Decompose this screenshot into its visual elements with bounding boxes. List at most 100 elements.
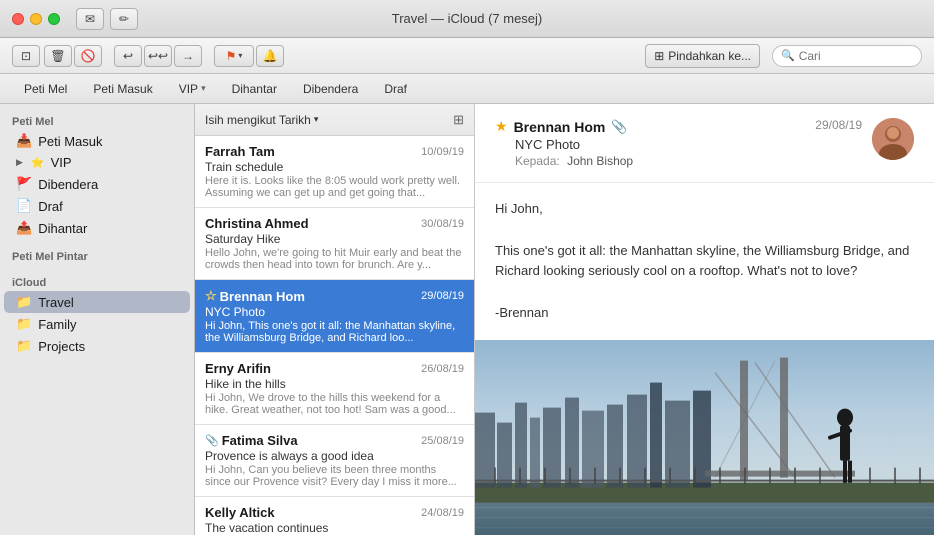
forward-icon: → bbox=[182, 49, 194, 63]
sidebar-label-projects: Projects bbox=[38, 339, 85, 354]
tab-dihantar[interactable]: Dihantar bbox=[220, 78, 289, 100]
sidebar-item-dibendera[interactable]: 🚩 Dibendera bbox=[4, 173, 190, 195]
email-date: 26/08/19 bbox=[421, 363, 464, 375]
reply-icon: ↩ bbox=[123, 49, 133, 63]
sidebar-item-travel[interactable]: 📁 Travel bbox=[4, 291, 190, 313]
email-list: Isih mengikut Tarikh ▾ ⊞ Farrah Tam 10/0… bbox=[195, 104, 475, 535]
move-button[interactable]: ⊞ Pindahkan ke... bbox=[645, 44, 760, 68]
main-toolbar: ⊡ 🗑 🚫 ↩ ↩↩ → ⚑ ▾ 🔔 ⊞ Pindahkan ke... bbox=[0, 38, 934, 74]
sidebar: Peti Mel 📥 Peti Masuk ▶ ⭐ VIP 🚩 Dibender… bbox=[0, 104, 195, 535]
email-body: Hi John, This one's got it all: the Manh… bbox=[475, 183, 934, 340]
junk-button[interactable]: 🚫 bbox=[74, 45, 102, 67]
tab-peti-mel[interactable]: Peti Mel bbox=[12, 78, 79, 100]
avatar-svg bbox=[872, 118, 914, 160]
email-preview: Hi John, Can you believe its been three … bbox=[205, 464, 464, 488]
email-subject: Provence is always a good idea bbox=[205, 449, 464, 463]
filter-icon[interactable]: ⊞ bbox=[453, 112, 464, 128]
email-date: 24/08/19 bbox=[421, 507, 464, 519]
folder-icon: 📁 bbox=[16, 338, 32, 354]
tab-dibendera[interactable]: Dibendera bbox=[291, 78, 370, 100]
email-subject: Train schedule bbox=[205, 160, 464, 174]
tab-peti-masuk[interactable]: Peti Masuk bbox=[81, 78, 164, 100]
email-sender: 📎 Fatima Silva bbox=[205, 433, 298, 448]
email-subject: Hike in the hills bbox=[205, 377, 464, 391]
reply-all-button[interactable]: ↩↩ bbox=[144, 45, 172, 67]
sidebar-item-family[interactable]: 📁 Family bbox=[4, 313, 190, 335]
sidebar-label-dihantar: Dihantar bbox=[38, 221, 87, 236]
body-greeting: Hi John, bbox=[495, 199, 914, 220]
archive-button[interactable]: ⊡ bbox=[12, 45, 40, 67]
compose-button[interactable]: ✏ bbox=[110, 8, 138, 30]
list-item[interactable]: Erny Arifin 26/08/19 Hike in the hills H… bbox=[195, 353, 474, 425]
reply-button[interactable]: ↩ bbox=[114, 45, 142, 67]
search-input[interactable] bbox=[799, 49, 913, 63]
email-subject: Saturday Hike bbox=[205, 232, 464, 246]
tab-draf[interactable]: Draf bbox=[372, 78, 419, 100]
titlebar: ✉ ✏ Travel — iCloud (7 mesej) bbox=[0, 0, 934, 38]
vip-chevron-icon: ▾ bbox=[201, 83, 206, 94]
email-list-header: Isih mengikut Tarikh ▾ ⊞ bbox=[195, 104, 474, 136]
main-content: Peti Mel 📥 Peti Masuk ▶ ⭐ VIP 🚩 Dibender… bbox=[0, 104, 934, 535]
email-header: ★ Brennan Hom 📎 NYC Photo Kepada: John B… bbox=[475, 104, 934, 183]
email-image-area bbox=[475, 340, 934, 535]
inbox-icon: ✉ bbox=[85, 12, 95, 26]
email-preview: Hello John, we're going to hit Muir earl… bbox=[205, 247, 464, 271]
delete-button[interactable]: 🗑 bbox=[44, 45, 72, 67]
flag-chevron-icon: ▾ bbox=[238, 51, 242, 60]
inbox-icon-button[interactable]: ✉ bbox=[76, 8, 104, 30]
folder-icon: 📁 bbox=[16, 294, 32, 310]
sidebar-item-dihantar[interactable]: 📤 Dihantar bbox=[4, 217, 190, 239]
header-star-icon: ★ bbox=[495, 118, 508, 135]
move-icon: ⊞ bbox=[654, 49, 664, 63]
icloud-section-title: iCloud bbox=[0, 271, 194, 291]
body-text: This one's got it all: the Manhattan sky… bbox=[495, 241, 914, 262]
sort-label: Isih mengikut Tarikh bbox=[205, 113, 311, 127]
flag-button[interactable]: ⚑ ▾ bbox=[214, 45, 254, 67]
tab-vip[interactable]: VIP ▾ bbox=[167, 78, 218, 100]
email-sender: ☆ Brennan Hom bbox=[205, 288, 305, 304]
sidebar-item-peti-masuk[interactable]: 📥 Peti Masuk bbox=[4, 130, 190, 152]
move-label: Pindahkan ke... bbox=[668, 49, 751, 63]
mute-button[interactable]: 🔔 bbox=[256, 45, 284, 67]
body-signature: -Brennan bbox=[495, 303, 914, 324]
list-item[interactable]: ☆ Brennan Hom 29/08/19 NYC Photo Hi John… bbox=[195, 280, 474, 353]
sort-button[interactable]: Isih mengikut Tarikh ▾ bbox=[205, 113, 318, 127]
email-subject: NYC Photo bbox=[205, 305, 464, 319]
email-sender: Erny Arifin bbox=[205, 361, 271, 376]
email-preview: Here it is. Looks like the 8:05 would wo… bbox=[205, 175, 464, 199]
email-date: 10/09/19 bbox=[421, 146, 464, 158]
traffic-lights bbox=[12, 13, 60, 25]
delete-icon: 🗑 bbox=[50, 49, 65, 63]
sort-chevron-icon: ▾ bbox=[314, 114, 319, 125]
sidebar-label-travel: Travel bbox=[38, 295, 74, 310]
minimize-button[interactable] bbox=[30, 13, 42, 25]
star-icon: ☆ bbox=[205, 288, 217, 304]
draf-icon: 📄 bbox=[16, 198, 32, 214]
flag-group: ⚑ ▾ 🔔 bbox=[214, 45, 284, 67]
body-text-2: Richard looking seriously cool on a roof… bbox=[495, 261, 914, 282]
list-item[interactable]: 📎 Fatima Silva 25/08/19 Provence is alwa… bbox=[195, 425, 474, 497]
email-preview: Hi John, We drove to the hills this week… bbox=[205, 392, 464, 416]
list-item[interactable]: Kelly Altick 24/08/19 The vacation conti… bbox=[195, 497, 474, 535]
forward-button[interactable]: → bbox=[174, 45, 202, 67]
vip-star-icon: ⭐ bbox=[31, 156, 45, 169]
sidebar-item-vip[interactable]: ▶ ⭐ VIP bbox=[4, 152, 190, 173]
sidebar-item-projects[interactable]: 📁 Projects bbox=[4, 335, 190, 357]
reading-pane: ★ Brennan Hom 📎 NYC Photo Kepada: John B… bbox=[475, 104, 934, 535]
inbox-icon: 📥 bbox=[16, 133, 32, 149]
list-item[interactable]: Farrah Tam 10/09/19 Train schedule Here … bbox=[195, 136, 474, 208]
email-date: 29/08/19 bbox=[421, 290, 464, 302]
search-box[interactable]: 🔍 bbox=[772, 45, 922, 67]
archive-icon: ⊡ bbox=[21, 49, 31, 63]
maximize-button[interactable] bbox=[48, 13, 60, 25]
sidebar-label-family: Family bbox=[38, 317, 76, 332]
search-icon: 🔍 bbox=[781, 49, 795, 62]
sent-icon: 📤 bbox=[16, 220, 32, 236]
archive-group: ⊡ bbox=[12, 45, 40, 67]
sidebar-item-draf[interactable]: 📄 Draf bbox=[4, 195, 190, 217]
reading-pane-sender: Brennan Hom bbox=[514, 119, 606, 135]
title-toolbar: ✉ ✏ bbox=[76, 8, 138, 30]
sender-avatar bbox=[872, 118, 914, 160]
close-button[interactable] bbox=[12, 13, 24, 25]
list-item[interactable]: Christina Ahmed 30/08/19 Saturday Hike H… bbox=[195, 208, 474, 280]
